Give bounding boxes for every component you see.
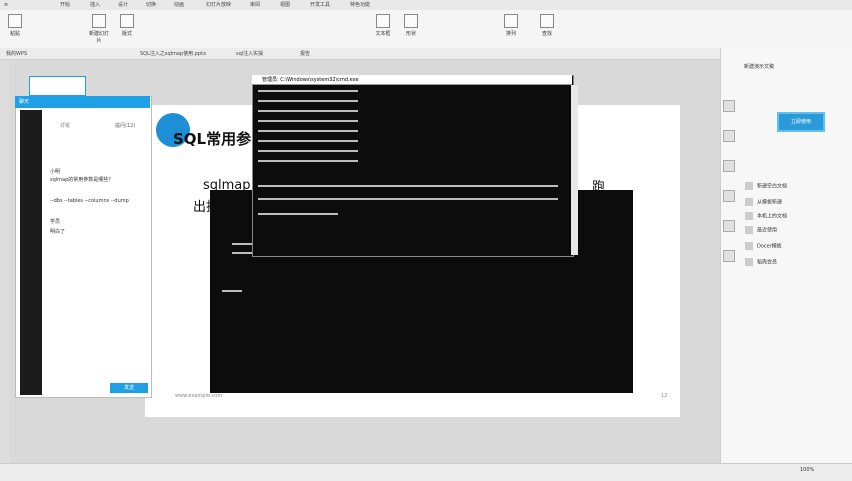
terminal-window[interactable]: [252, 75, 574, 257]
pane-toggle-icon[interactable]: [723, 100, 735, 112]
task-pane-item[interactable]: Docer模板: [745, 242, 782, 250]
task-pane-item[interactable]: 新建空白文档: [745, 182, 787, 190]
menu-tab[interactable]: 插入: [90, 1, 100, 9]
paste-icon: [8, 14, 22, 28]
paste-button[interactable]: 粘贴: [4, 14, 26, 40]
textbox-icon: [376, 14, 390, 28]
pane-toggle-icon[interactable]: [723, 160, 735, 172]
task-pane-item[interactable]: 稻壳会员: [745, 258, 777, 266]
terminal-text-line: [258, 100, 358, 102]
item-icon: [745, 242, 753, 250]
use-now-button[interactable]: 立即使用: [777, 112, 825, 132]
chat-tab-questions[interactable]: 提问(12): [115, 122, 135, 129]
chat-tab-discussion[interactable]: 讨论: [60, 122, 70, 129]
terminal-text-line: [258, 90, 358, 92]
terminal-text-line: [258, 160, 358, 162]
terminal-text-line: [258, 198, 558, 200]
chat-message-user: 小明: [50, 169, 61, 175]
item-icon: [745, 182, 753, 190]
menu-tab[interactable]: 视图: [280, 1, 290, 9]
slide-footer: www.example.com: [175, 393, 223, 399]
terminal-scrollbar[interactable]: [571, 85, 578, 255]
terminal-text-line: [258, 120, 358, 122]
slide-title: SQL常用参: [173, 130, 252, 148]
menu-tab[interactable]: 切换: [146, 1, 156, 9]
layout-icon: [120, 14, 134, 28]
shape-button[interactable]: 形状: [400, 14, 422, 40]
slide-page-number: 12: [661, 393, 668, 399]
chat-message-user: 学员: [50, 219, 61, 225]
pane-toggle-icon[interactable]: [723, 130, 735, 142]
menu-tab[interactable]: 审阅: [250, 1, 260, 9]
chat-message-text: --dbs --tables --columns --dump: [50, 198, 129, 204]
send-button[interactable]: 发送: [110, 383, 148, 393]
pane-toggle-icon[interactable]: [723, 220, 735, 232]
item-icon: [745, 198, 753, 206]
floating-widget[interactable]: [29, 76, 86, 96]
app-menu-icon[interactable]: ≡: [4, 1, 8, 9]
chat-message-text: 明白了: [50, 229, 66, 235]
chat-message-text: sqlmap的常用参数是哪些？: [50, 177, 114, 183]
task-pane-item[interactable]: 最近使用: [745, 226, 777, 234]
pane-toggle-icon[interactable]: [723, 250, 735, 262]
task-pane-item[interactable]: 从模板新建: [745, 198, 782, 206]
chat-header-label: 聊天: [19, 99, 30, 105]
find-button[interactable]: 查找: [536, 14, 558, 40]
task-pane-item[interactable]: 本机上的文档: [745, 212, 787, 220]
menu-tab[interactable]: 幻灯片放映: [206, 1, 231, 9]
item-icon: [745, 212, 753, 220]
terminal-title: 管理员: C:\Windows\system32\cmd.exe: [262, 77, 359, 83]
find-icon: [540, 14, 554, 28]
pane-toggle-icon[interactable]: [723, 190, 735, 202]
textbox-button[interactable]: 文本框: [372, 14, 394, 40]
arrange-button[interactable]: 排列: [500, 14, 522, 40]
new-slide-icon: [92, 14, 106, 28]
task-pane: [720, 48, 852, 463]
new-slide-button[interactable]: 新建幻灯片: [88, 14, 110, 44]
terminal-text-line: [258, 140, 358, 142]
chat-header[interactable]: 聊天: [15, 96, 150, 108]
doc-tab[interactable]: 我的WPS: [6, 50, 27, 58]
item-icon: [745, 226, 753, 234]
menu-tab[interactable]: 特色功能: [350, 1, 370, 9]
menu-tab[interactable]: 开发工具: [310, 1, 330, 9]
terminal-text-line: [222, 290, 242, 292]
zoom-level[interactable]: 100%: [800, 467, 814, 473]
doc-tab[interactable]: 报告: [300, 50, 310, 58]
terminal-text-line: [258, 150, 358, 152]
item-icon: [745, 258, 753, 266]
terminal-text-line: [258, 213, 338, 215]
terminal-text-line: [258, 110, 358, 112]
menu-tab[interactable]: 设计: [118, 1, 128, 9]
doc-tab-active[interactable]: SQL注入之sqlmap使用.pptx: [140, 50, 206, 58]
terminal-text-line: [258, 185, 558, 187]
terminal-text-line: [258, 130, 358, 132]
document-tab-bar: 我的WPS SQL注入之sqlmap使用.pptx sql注入实操 报告: [0, 48, 720, 60]
chat-sidebar: [20, 110, 42, 395]
task-pane-title: 新建演示文稿: [744, 64, 775, 70]
brand-logo: [728, 20, 852, 50]
shape-icon: [404, 14, 418, 28]
arrange-icon: [504, 14, 518, 28]
menu-tab[interactable]: 开始: [60, 1, 70, 9]
doc-tab[interactable]: sql注入实操: [236, 50, 263, 58]
menu-tab-strip: ≡ 开始 插入 设计 切换 动画 幻灯片放映 审阅 视图 开发工具 特色功能: [0, 0, 852, 10]
menu-tab[interactable]: 动画: [174, 1, 184, 9]
status-bar: [0, 463, 852, 481]
layout-button[interactable]: 版式: [116, 14, 138, 40]
